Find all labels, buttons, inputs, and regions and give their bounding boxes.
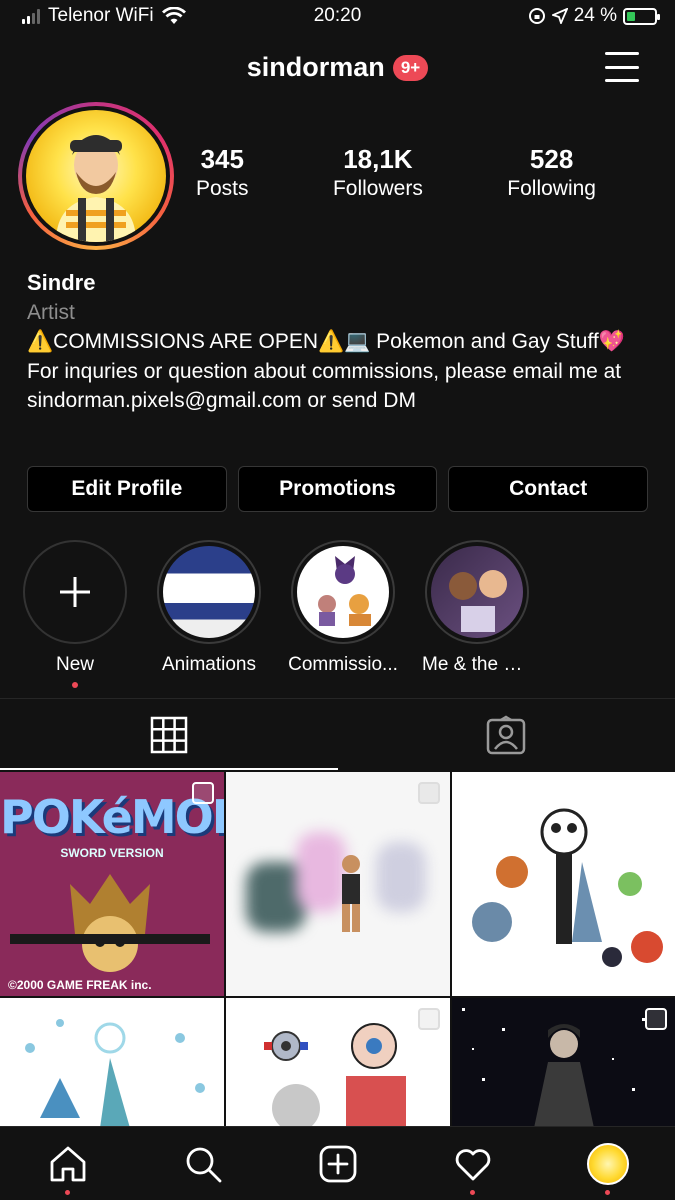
battery-icon [623, 7, 660, 25]
bottom-navigation [0, 1126, 675, 1200]
following-label: Following [507, 177, 596, 200]
tab-posts-grid[interactable] [0, 699, 338, 770]
highlight-label: New [55, 654, 94, 675]
version-text: SWORD VERSION [60, 846, 164, 860]
username-title[interactable]: sindorman [247, 52, 385, 83]
home-activity-dot [65, 1189, 70, 1195]
activity-dot [470, 1189, 475, 1195]
followers-label: Followers [332, 177, 423, 200]
home-icon [50, 1146, 85, 1181]
stat-posts[interactable]: 345 Posts [196, 144, 249, 201]
new-indicator-dot [72, 682, 78, 688]
story-highlights: New Animations Commissio... Me & the Q..… [20, 540, 532, 688]
nav-search[interactable] [163, 1127, 243, 1200]
profile-actions: Edit Profile Promotions Contact [27, 466, 649, 512]
add-post-icon [319, 1145, 356, 1182]
highlight-animations[interactable]: Animations [154, 540, 264, 688]
post-thumbnail[interactable] [226, 772, 450, 996]
post-thumbnail[interactable] [452, 772, 675, 996]
avatar-image [26, 110, 166, 242]
notification-badge[interactable]: 9+ [392, 54, 429, 81]
grid-icon [150, 716, 187, 753]
hamburger-menu-icon[interactable] [605, 52, 639, 82]
stat-following[interactable]: 528 Following [507, 144, 596, 201]
multi-image-icon [192, 782, 214, 804]
plus-icon [60, 577, 90, 607]
profile-activity-dot [605, 1189, 610, 1195]
status-bar: Telenor WiFi 20:20 24 % [0, 0, 675, 34]
nav-profile[interactable] [568, 1127, 648, 1200]
profile-avatar-icon [586, 1142, 629, 1185]
highlight-new[interactable]: New [20, 540, 130, 688]
posts-count: 345 [200, 144, 244, 174]
following-count: 528 [529, 144, 574, 174]
post-thumbnail[interactable]: POKéMON SWORD VERSION ©2000 GAME FREAK i… [0, 772, 224, 996]
tagged-person-icon [487, 715, 526, 754]
highlight-label: Me & the Q... [422, 654, 532, 675]
profile-stats: 345 Posts 18,1K Followers 528 Following [196, 144, 596, 201]
multi-image-icon [418, 1008, 440, 1030]
battery-percent: 24 % [573, 5, 617, 26]
highlight-cover [297, 546, 389, 638]
highlight-me-and-the-q[interactable]: Me & the Q... [422, 540, 532, 688]
posts-label: Posts [196, 177, 249, 200]
profile-tabs [0, 698, 675, 770]
tab-tagged[interactable] [338, 699, 675, 770]
highlight-label: Animations [162, 654, 256, 675]
highlight-commissions[interactable]: Commissio... [288, 540, 398, 688]
pokemon-logo-text: POKéMON [0, 790, 224, 844]
category-label: Artist [27, 300, 75, 324]
nav-home[interactable] [28, 1127, 108, 1200]
nav-activity[interactable] [433, 1127, 513, 1200]
copyright-text: ©2000 GAME FREAK inc. [8, 978, 152, 992]
followers-count: 18,1K [343, 144, 413, 174]
location-icon [551, 8, 568, 24]
highlight-label: Commissio... [288, 654, 398, 675]
multi-image-icon [418, 782, 440, 804]
orientation-lock-icon [528, 8, 545, 24]
search-icon [186, 1147, 221, 1182]
promotions-button[interactable]: Promotions [237, 466, 438, 512]
profile-header: sindorman 9+ [0, 46, 675, 92]
heart-icon [455, 1148, 490, 1180]
profile-bio: Sindre Artist ⚠️COMMISSIONS ARE OPEN⚠️💻 … [27, 268, 647, 416]
display-name: Sindre [27, 270, 96, 295]
highlight-cover [163, 546, 255, 638]
bio-text: ⚠️COMMISSIONS ARE OPEN⚠️💻 Pokemon and Ga… [27, 330, 625, 412]
multi-image-icon [645, 1008, 667, 1030]
stat-followers[interactable]: 18,1K Followers [333, 144, 423, 201]
edit-profile-button[interactable]: Edit Profile [27, 466, 227, 512]
profile-avatar[interactable] [18, 102, 174, 250]
nav-add-post[interactable] [298, 1127, 378, 1200]
highlight-cover [431, 546, 523, 638]
contact-button[interactable]: Contact [448, 466, 649, 512]
